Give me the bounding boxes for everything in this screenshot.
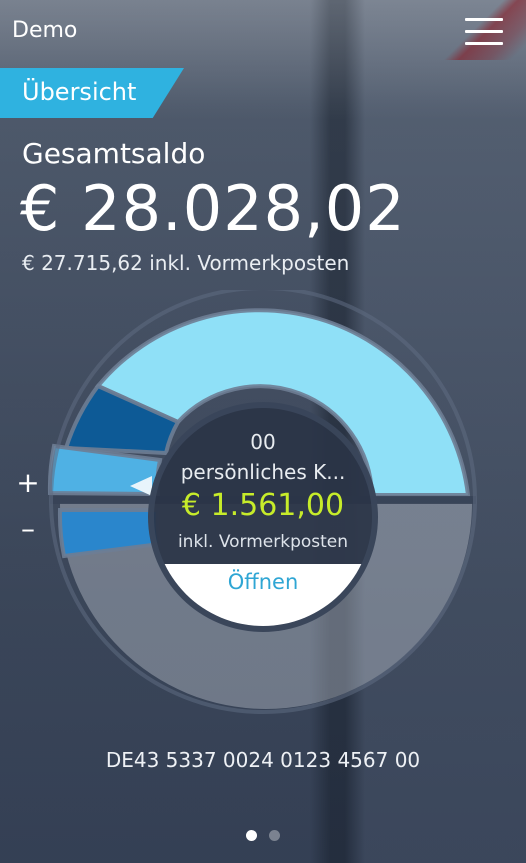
tab-label-overview[interactable]: Übersicht <box>22 78 136 106</box>
minus-icon[interactable]: – <box>14 512 42 545</box>
account-name: persönliches K... <box>180 460 346 484</box>
app-title: Demo <box>12 18 78 43</box>
hamburger-menu-icon[interactable] <box>465 18 505 48</box>
account-number: 00 <box>250 430 276 454</box>
open-account-button[interactable]: Öffnen <box>154 564 372 626</box>
account-pending-label: inkl. Vormerkposten <box>177 532 349 552</box>
page-dot-1[interactable] <box>246 830 257 841</box>
page-dot-2[interactable] <box>269 830 280 841</box>
account-detail-circle[interactable]: 00 persönliches K... € 1.561,00 inkl. Vo… <box>148 402 378 632</box>
account-iban: DE43 5337 0024 0123 4567 00 <box>105 748 421 772</box>
plus-icon[interactable]: + <box>14 466 42 499</box>
account-balance: € 1.561,00 <box>181 488 345 523</box>
page-indicator <box>0 830 526 841</box>
total-balance-pending: € 27.715,62 inkl. Vormerkposten <box>22 251 350 275</box>
total-balance-label: Gesamtsaldo <box>22 137 206 170</box>
total-balance-amount: € 28.028,02 <box>20 172 406 245</box>
